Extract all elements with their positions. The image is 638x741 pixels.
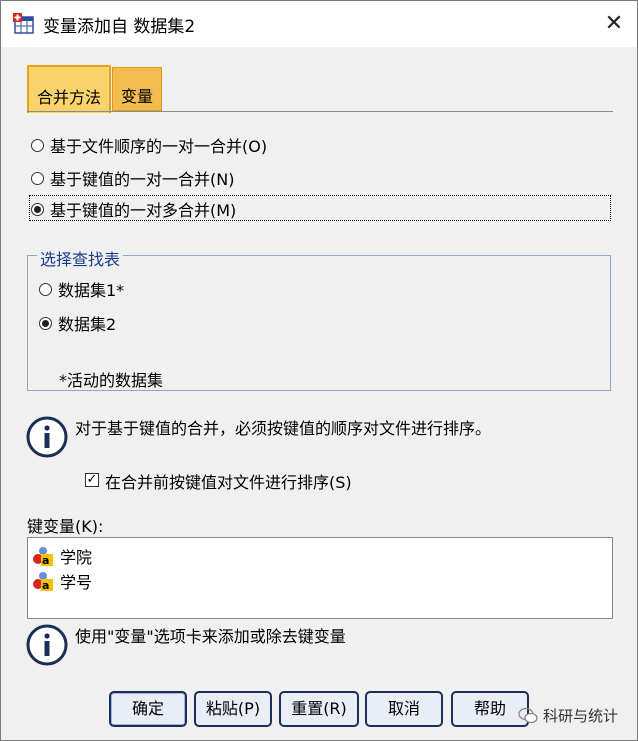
reset-button[interactable]: 重置(R) [279, 691, 359, 727]
key-variables-list[interactable]: a 学院 a 学号 [27, 537, 613, 619]
window-title: 变量添加自 数据集2 [43, 17, 196, 37]
active-dataset-note: *活动的数据集 [59, 371, 164, 390]
radio-button[interactable] [31, 138, 44, 152]
dialog-window: 变量添加自 数据集2 ✕ 合并方法 变量 基于文件顺序的一对一合并(O) 基于键… [0, 0, 638, 741]
info-icon [26, 624, 68, 666]
radio-label: 数据集2 [58, 315, 117, 334]
info-message-key-vars: 使用"变量"选项卡来添加或除去键变量 [75, 627, 346, 646]
tab-variables[interactable]: 变量 [112, 67, 162, 111]
sort-checkbox[interactable]: ✓ [85, 473, 99, 487]
list-item[interactable]: a 学院 [32, 544, 92, 568]
svg-text:a: a [42, 554, 49, 566]
radio-label: 基于键值的一对一合并(N) [50, 170, 235, 189]
radio-one-to-one-file-order[interactable]: 基于文件顺序的一对一合并(O) [31, 133, 267, 157]
radio-label: 基于文件顺序的一对一合并(O) [50, 137, 268, 156]
ok-button[interactable]: 确定 [109, 691, 187, 727]
watermark: 科研与统计 [518, 705, 618, 726]
radio-one-to-many-key[interactable]: 基于键值的一对多合并(M) [31, 197, 236, 221]
list-item-label: 学院 [60, 548, 93, 567]
title-bar: 变量添加自 数据集2 ✕ [1, 1, 637, 47]
tab-merge-method[interactable]: 合并方法 [27, 65, 111, 113]
nominal-variable-icon: a [33, 547, 53, 566]
info-icon [26, 416, 68, 458]
sort-checkbox-label: 在合并前按键值对文件进行排序(S) [105, 473, 352, 492]
radio-dataset2[interactable]: 数据集2 [39, 311, 116, 335]
app-icon [13, 13, 34, 34]
radio-button[interactable] [39, 316, 52, 330]
wechat-icon [518, 707, 538, 723]
info-message-sort: 对于基于键值的合并，必须按键值的顺序对文件进行排序。 [75, 419, 492, 438]
radio-label: 数据集1* [58, 281, 125, 300]
group-title: 选择查找表 [37, 246, 124, 270]
key-variables-label: 键变量(K): [27, 517, 104, 536]
svg-text:a: a [42, 579, 49, 591]
radio-one-to-one-key[interactable]: 基于键值的一对一合并(N) [31, 166, 234, 190]
radio-button[interactable] [31, 171, 44, 185]
watermark-text: 科研与统计 [543, 707, 619, 725]
radio-dataset1[interactable]: 数据集1* [39, 277, 124, 301]
close-icon[interactable]: ✕ [591, 1, 637, 47]
cancel-button[interactable]: 取消 [365, 691, 443, 727]
tab-divider [27, 111, 613, 112]
paste-button[interactable]: 粘贴(P) [194, 691, 272, 727]
radio-button[interactable] [31, 202, 44, 216]
radio-button[interactable] [39, 282, 52, 296]
nominal-variable-icon: a [33, 572, 53, 591]
list-item-label: 学号 [60, 573, 93, 592]
list-item[interactable]: a 学号 [32, 569, 92, 593]
radio-label: 基于键值的一对多合并(M) [50, 201, 237, 220]
